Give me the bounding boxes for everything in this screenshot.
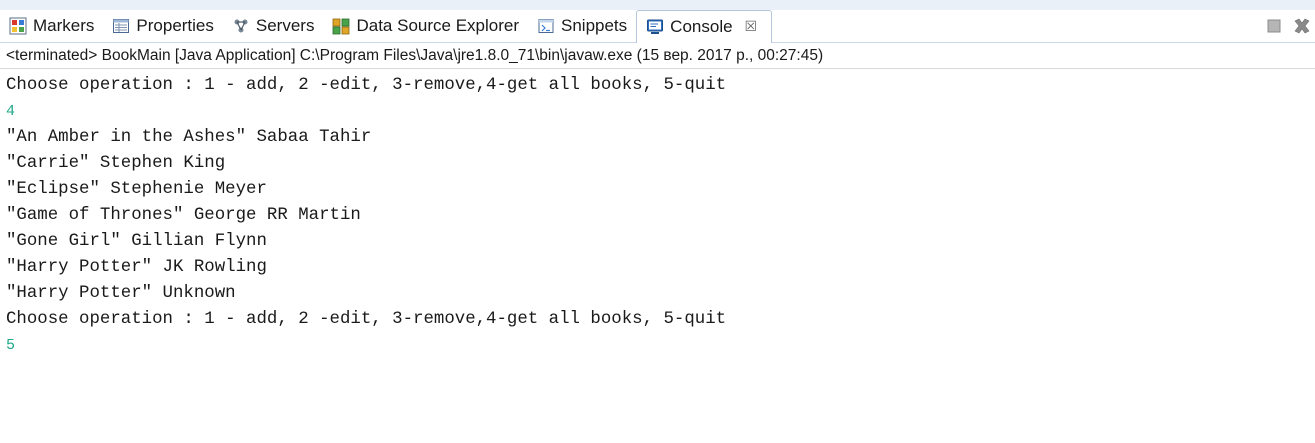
tab-servers[interactable]: Servers (223, 10, 324, 42)
process-status-line: <terminated> BookMain [Java Application]… (0, 43, 1315, 69)
console-output[interactable]: Choose operation : 1 - add, 2 -edit, 3-r… (0, 69, 1315, 443)
console-output-line: Choose operation : 1 - add, 2 -edit, 3-r… (6, 76, 727, 95)
properties-icon (112, 17, 130, 35)
remove-all-terminated-icon[interactable] (1293, 17, 1311, 35)
console-output-line: "An Amber in the Ashes" Sabaa Tahir (6, 128, 372, 147)
tab-markers[interactable]: Markers (0, 10, 103, 42)
console-icon (646, 18, 664, 36)
console-output-line: "Eclipse" Stephenie Meyer (6, 180, 267, 199)
tab-label: Data Source Explorer (356, 16, 519, 35)
console-output-line: "Game of Thrones" George RR Martin (6, 206, 361, 225)
tab-label: Properties (136, 16, 214, 35)
console-output-line: "Gone Girl" Gillian Flynn (6, 232, 267, 251)
tab-snippets[interactable]: Snippets (528, 10, 636, 42)
tab-console[interactable]: Console ☒ (636, 10, 773, 43)
tab-bar-spacer (772, 10, 1265, 42)
window-top-strip (0, 0, 1315, 10)
snippets-icon (537, 17, 555, 35)
terminate-icon[interactable] (1265, 17, 1283, 35)
tab-label: Snippets (561, 16, 628, 35)
markers-icon (9, 17, 27, 35)
console-output-line: Choose operation : 1 - add, 2 -edit, 3-r… (6, 310, 727, 329)
tab-label: Markers (33, 16, 95, 35)
view-controls (1265, 10, 1315, 42)
console-output-line: "Carrie" Stephen King (6, 154, 226, 173)
servers-icon (232, 17, 250, 35)
console-view-window: Markers Properties Servers Data Source E… (0, 0, 1315, 443)
tab-label: Servers (255, 16, 315, 35)
console-input-line: 5 (6, 337, 16, 354)
console-output-line: "Harry Potter" JK Rowling (6, 258, 267, 277)
tab-properties[interactable]: Properties (103, 10, 222, 42)
console-output-line: "Harry Potter" Unknown (6, 284, 236, 303)
tab-label: Console (670, 17, 733, 36)
view-tab-bar: Markers Properties Servers Data Source E… (0, 10, 1315, 43)
close-tab-icon[interactable]: ☒ (745, 19, 758, 35)
console-input-line: 4 (6, 103, 16, 120)
data-source-explorer-icon (332, 17, 350, 35)
tab-data-source-explorer[interactable]: Data Source Explorer (323, 10, 528, 42)
